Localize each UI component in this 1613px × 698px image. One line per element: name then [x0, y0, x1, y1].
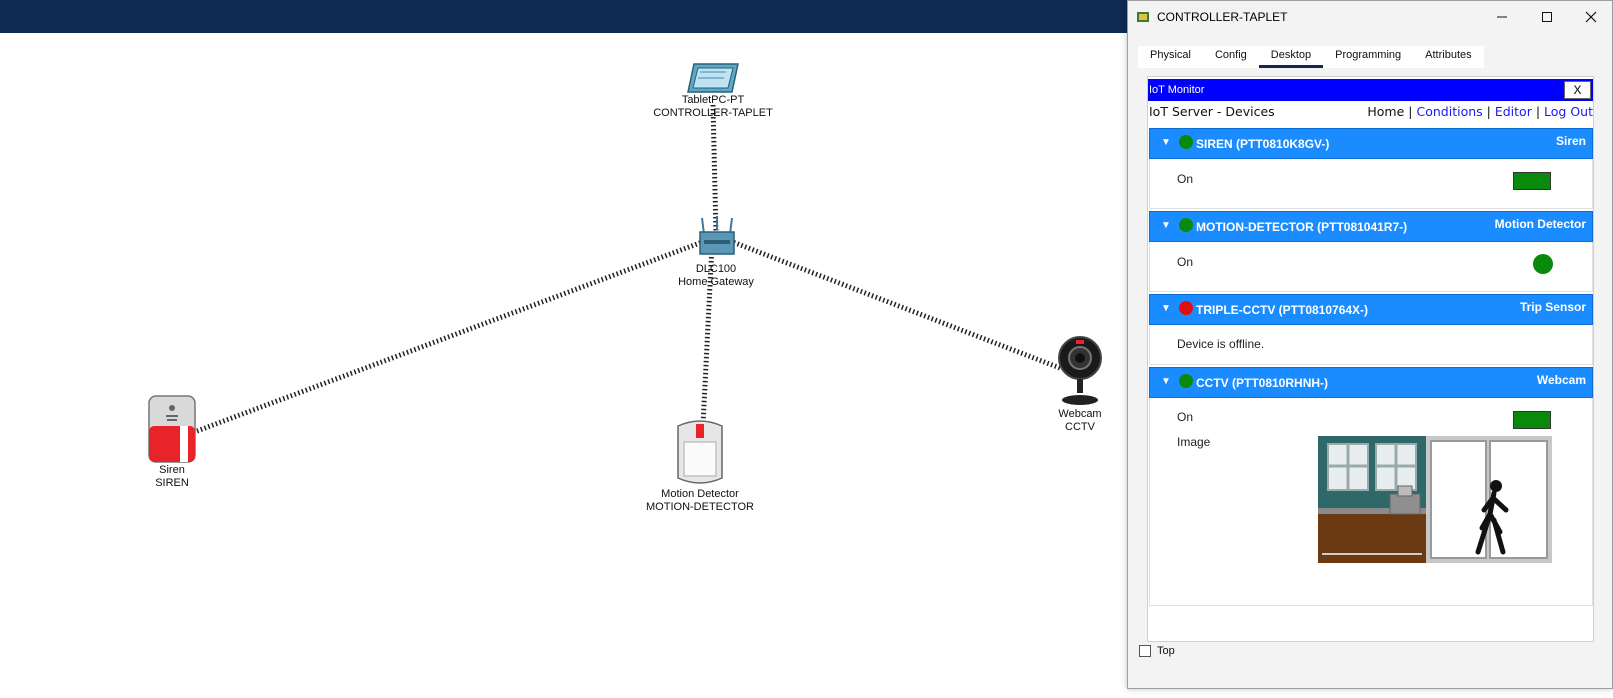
device-name: MOTION-DETECTOR (PTT081041R7-) — [1196, 220, 1408, 234]
status-dot-icon — [1179, 301, 1193, 315]
tab-attributes[interactable]: Attributes — [1413, 46, 1483, 68]
nav-editor-link[interactable]: Editor — [1495, 104, 1532, 119]
device-type: Motion Detector — [1494, 217, 1586, 231]
offline-message: Device is offline. — [1177, 337, 1265, 351]
siren-toggle-indicator[interactable] — [1513, 172, 1551, 190]
nav-separator: | — [1408, 104, 1413, 119]
iot-nav-links: Home | Conditions | Editor | Log Out — [1367, 104, 1593, 119]
device-type: Trip Sensor — [1519, 300, 1586, 314]
state-label: On — [1177, 255, 1194, 269]
iot-nav-row: IoT Server - Devices Home | Conditions |… — [1149, 104, 1593, 122]
close-icon — [1585, 11, 1596, 23]
link-tablet-gateway — [710, 104, 719, 234]
top-checkbox-label: Top — [1157, 645, 1175, 657]
tab-physical[interactable]: Physical — [1138, 46, 1203, 68]
caret-down-icon: ▼ — [1161, 376, 1171, 387]
desktop-content: IoT Monitor X IoT Server - Devices Home … — [1147, 76, 1594, 642]
device-body: On — [1149, 159, 1593, 209]
window-tabs: Physical Config Desktop Programming Attr… — [1138, 46, 1484, 68]
device-header[interactable]: ▼ TRIPLE-CCTV (PTT0810764X-) Trip Sensor — [1149, 294, 1593, 325]
iot-monitor-close-button[interactable]: X — [1564, 81, 1591, 99]
device-header[interactable]: ▼ CCTV (PTT0810RHNH-) Webcam — [1149, 367, 1593, 398]
device-type: Webcam — [1536, 373, 1586, 387]
window-titlebar[interactable]: CONTROLLER-TAPLET — [1128, 1, 1612, 33]
tab-programming[interactable]: Programming — [1323, 46, 1413, 68]
caret-down-icon: ▼ — [1161, 303, 1171, 314]
tablet-device-icon[interactable] — [686, 62, 740, 96]
status-dot-icon — [1179, 374, 1193, 388]
top-checkbox[interactable] — [1139, 645, 1151, 657]
webcam-label: Webcam CCTV — [1058, 408, 1102, 433]
device-name: SIREN (PTT0810K8GV-) — [1196, 137, 1330, 151]
nav-separator: | — [1535, 104, 1541, 119]
siren-device-icon[interactable] — [147, 394, 199, 466]
state-label: On — [1177, 172, 1194, 186]
minimize-icon — [1496, 16, 1507, 18]
image-label: Image — [1177, 435, 1211, 449]
gateway-label: DLC100 Home Gateway — [678, 263, 754, 288]
siren-label: Siren SIREN — [155, 464, 189, 489]
device-name: CCTV (PTT0810RHNH-) — [1196, 376, 1329, 390]
device-body: On Image — [1149, 398, 1593, 606]
nav-conditions-link[interactable]: Conditions — [1416, 104, 1482, 119]
motion-status-indicator — [1533, 254, 1553, 274]
device-card-siren: ▼ SIREN (PTT0810K8GV-) Siren On — [1149, 128, 1593, 209]
device-card-triple-cctv: ▼ TRIPLE-CCTV (PTT0810764X-) Trip Sensor… — [1149, 294, 1593, 365]
iot-monitor-title: IoT Monitor — [1149, 84, 1205, 96]
device-body: On — [1149, 242, 1593, 292]
motion-detector-device-icon[interactable] — [674, 418, 726, 488]
motion-detector-label: Motion Detector MOTION-DETECTOR — [646, 488, 754, 513]
controller-window: CONTROLLER-TAPLET Physical Config Deskto… — [1127, 0, 1613, 689]
device-type: Siren — [1555, 134, 1586, 148]
device-header[interactable]: ▼ MOTION-DETECTOR (PTT081041R7-) Motion … — [1149, 211, 1593, 242]
close-button[interactable] — [1568, 1, 1613, 33]
webcam-image — [1318, 436, 1552, 563]
device-card-motion-detector: ▼ MOTION-DETECTOR (PTT081041R7-) Motion … — [1149, 211, 1593, 292]
server-title: IoT Server - Devices — [1149, 104, 1275, 119]
tablet-label: TabletPC-PT CONTROLLER-TAPLET — [653, 94, 773, 119]
nav-logout-link[interactable]: Log Out — [1544, 104, 1593, 119]
link-gateway-webcam — [729, 238, 1061, 371]
home-gateway-icon[interactable] — [698, 216, 738, 256]
link-siren-gateway — [196, 238, 706, 434]
status-dot-icon — [1179, 135, 1193, 149]
nav-separator: | — [1486, 104, 1491, 119]
tab-desktop[interactable]: Desktop — [1258, 46, 1324, 68]
device-header[interactable]: ▼ SIREN (PTT0810K8GV-) Siren — [1149, 128, 1593, 159]
state-label: On — [1177, 410, 1194, 424]
app-icon — [1137, 12, 1149, 22]
window-title: CONTROLLER-TAPLET — [1157, 10, 1288, 24]
webcam-device-icon[interactable] — [1057, 336, 1103, 408]
webcam-toggle-indicator[interactable] — [1513, 411, 1551, 429]
caret-down-icon: ▼ — [1161, 137, 1171, 148]
status-dot-icon — [1179, 218, 1193, 232]
tab-config[interactable]: Config — [1203, 46, 1259, 68]
maximize-icon — [1541, 12, 1552, 22]
device-body: Device is offline. — [1149, 325, 1593, 365]
device-card-cctv: ▼ CCTV (PTT0810RHNH-) Webcam On Image — [1149, 367, 1593, 606]
iot-monitor-header: IoT Monitor X — [1148, 79, 1593, 101]
nav-home-link[interactable]: Home — [1367, 104, 1404, 119]
caret-down-icon: ▼ — [1161, 220, 1171, 231]
device-name: TRIPLE-CCTV (PTT0810764X-) — [1196, 303, 1369, 317]
maximize-button[interactable] — [1524, 1, 1569, 33]
minimize-button[interactable] — [1479, 1, 1524, 33]
